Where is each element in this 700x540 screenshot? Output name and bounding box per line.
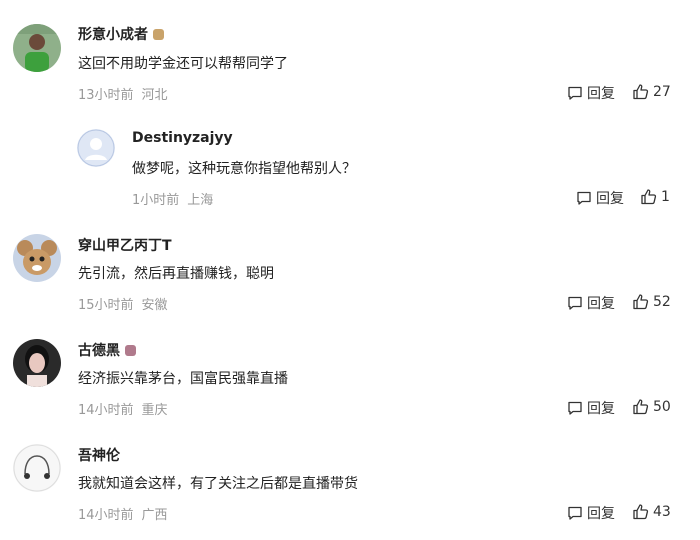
avatar[interactable] <box>13 339 61 387</box>
like-button[interactable]: 27 <box>632 83 671 100</box>
comment-text: 我就知道会这样，有了关注之后都是直播带货 <box>78 476 358 492</box>
thumbs-up-icon <box>633 399 649 415</box>
comment-bubble-icon <box>577 191 591 205</box>
thumbs-up-icon <box>633 504 649 520</box>
like-count: 52 <box>653 293 671 310</box>
comment-text: 这回不用助学金还可以帮帮同学了 <box>78 56 288 72</box>
location: 安徽 <box>141 298 168 313</box>
timestamp: 1小时前 <box>132 193 180 208</box>
user-name[interactable]: 吾神伦 <box>78 445 120 465</box>
timestamp: 13小时前 <box>78 88 134 103</box>
comment-bubble-icon <box>568 506 582 520</box>
avatar[interactable] <box>13 444 61 492</box>
comment-meta: 14小时前 重庆 <box>78 399 168 418</box>
avatar[interactable] <box>13 234 61 282</box>
comment-text: 做梦呢，这种玩意你指望他帮别人？ <box>132 161 356 177</box>
like-count: 27 <box>653 83 671 100</box>
thumbs-up-icon <box>633 294 649 310</box>
location: 广西 <box>141 508 168 523</box>
like-count: 43 <box>653 503 671 520</box>
like-count: 1 <box>661 188 670 205</box>
comment-meta: 14小时前 广西 <box>78 504 168 523</box>
user-name[interactable]: 形意小成者 <box>78 24 164 44</box>
location: 重庆 <box>141 403 168 418</box>
user-name[interactable]: Destinyzajyy <box>132 130 233 146</box>
comment-text: 先引流，然后再直播赚钱，聪明 <box>78 266 274 282</box>
comment-meta: 1小时前 上海 <box>132 189 213 208</box>
comment-meta: 15小时前 安徽 <box>78 294 168 313</box>
user-name[interactable]: 穿山甲乙丙丁T <box>78 235 172 255</box>
comment-bubble-icon <box>568 86 582 100</box>
comment-bubble-icon <box>568 296 582 310</box>
reply-button[interactable]: 回复 <box>576 188 624 208</box>
location: 河北 <box>141 88 168 103</box>
reply-button[interactable]: 回复 <box>567 83 615 103</box>
location: 上海 <box>187 193 214 208</box>
avatar[interactable] <box>13 24 61 72</box>
reply-button[interactable]: 回复 <box>567 293 615 313</box>
user-name[interactable]: 古德黑 <box>78 340 136 360</box>
thumbs-up-icon <box>641 189 657 205</box>
level-badge-icon <box>153 29 164 40</box>
comment-meta: 13小时前 河北 <box>78 84 168 103</box>
like-button[interactable]: 52 <box>632 293 671 310</box>
like-count: 50 <box>653 398 671 415</box>
like-button[interactable]: 43 <box>632 503 671 520</box>
timestamp: 15小时前 <box>78 298 134 313</box>
thumbs-up-icon <box>633 84 649 100</box>
comment-bubble-icon <box>568 401 582 415</box>
like-button[interactable]: 50 <box>632 398 671 415</box>
reply-button[interactable]: 回复 <box>567 398 615 418</box>
comment-text: 经济振兴靠茅台，国富民强靠直播 <box>78 371 288 387</box>
reply-button[interactable]: 回复 <box>567 503 615 523</box>
avatar[interactable] <box>77 129 115 167</box>
like-button[interactable]: 1 <box>640 188 670 205</box>
timestamp: 14小时前 <box>78 508 134 523</box>
level-badge-icon <box>125 345 136 356</box>
timestamp: 14小时前 <box>78 403 134 418</box>
